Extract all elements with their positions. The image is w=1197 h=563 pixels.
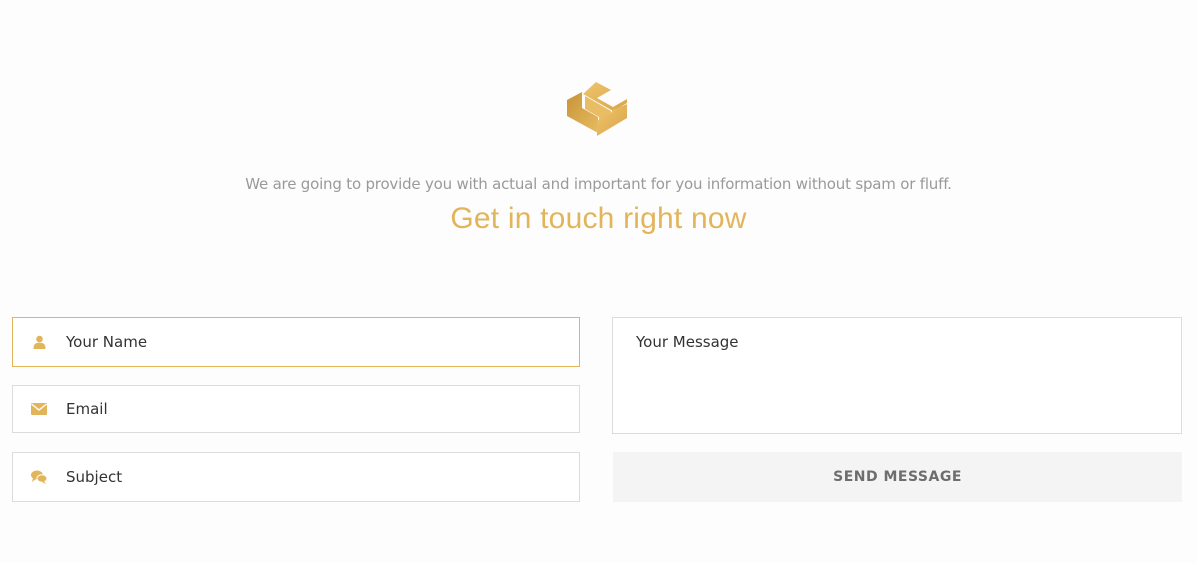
subject-placeholder: Subject (66, 468, 123, 486)
brand-logo-icon (565, 80, 629, 138)
email-placeholder: Email (66, 400, 108, 418)
subject-field[interactable]: Subject (12, 452, 580, 502)
intro-tagline: We are going to provide you with actual … (245, 175, 952, 193)
user-icon (31, 335, 47, 349)
comments-icon (31, 470, 47, 484)
name-field[interactable]: Your Name (12, 317, 580, 367)
message-placeholder: Your Message (636, 333, 739, 351)
message-field[interactable]: Your Message (612, 317, 1182, 434)
envelope-icon (31, 402, 47, 416)
page-title: Get in touch right now (450, 202, 747, 235)
name-placeholder: Your Name (66, 333, 148, 351)
send-message-button[interactable]: SEND MESSAGE (613, 452, 1182, 502)
email-field[interactable]: Email (12, 385, 580, 433)
